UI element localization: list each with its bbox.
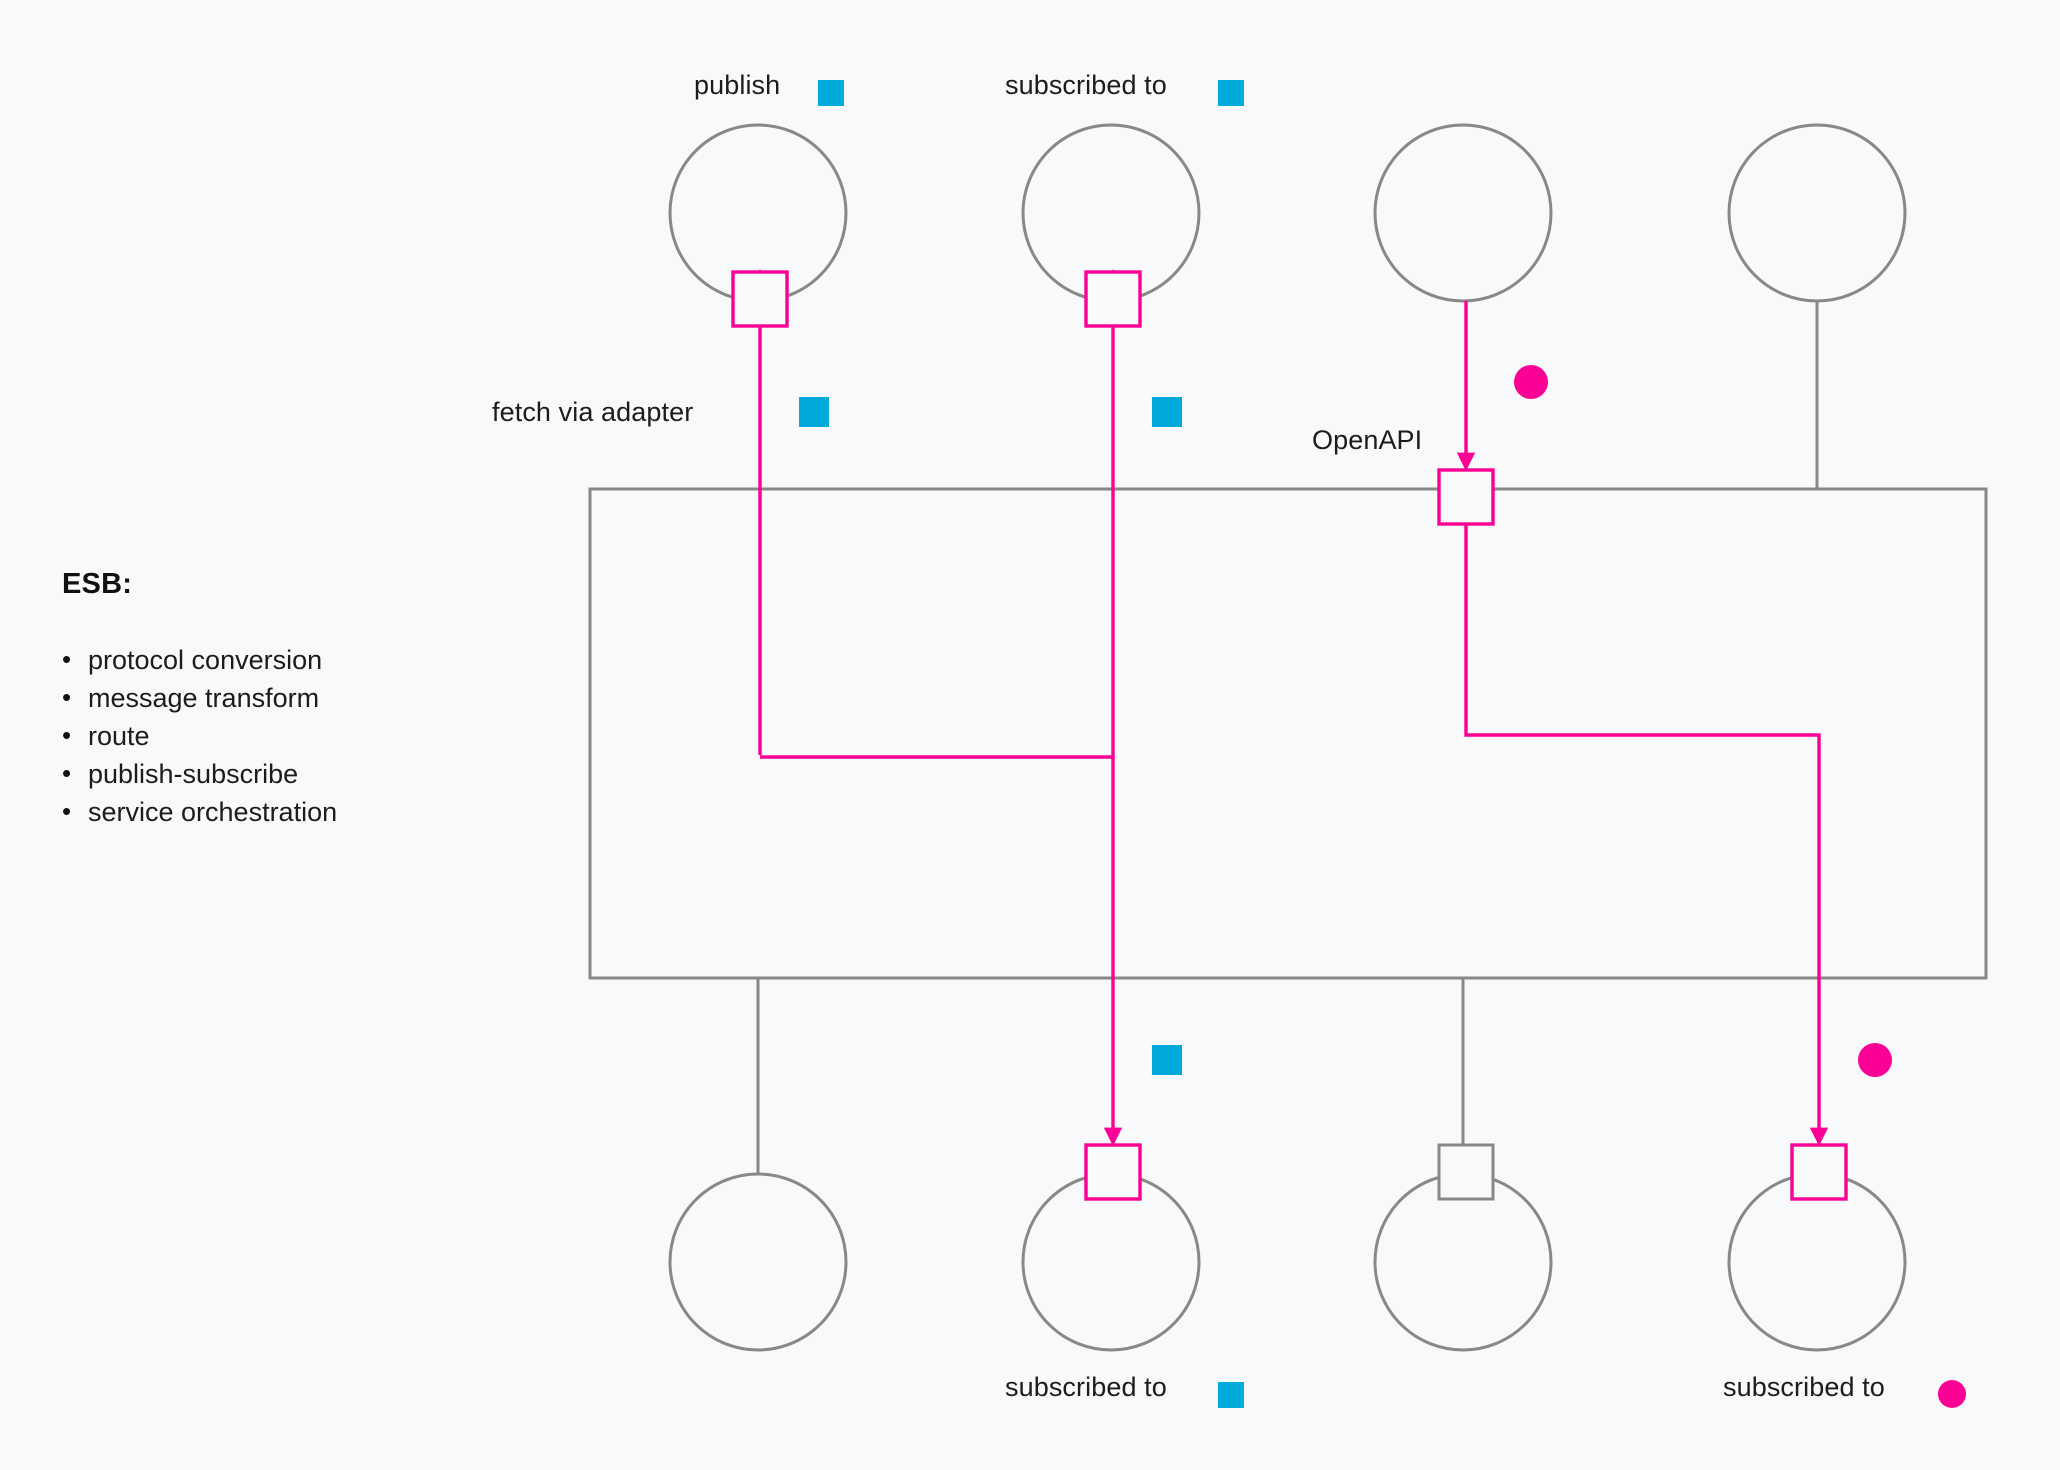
fetch-via-adapter-legend-square xyxy=(799,397,829,427)
list-item: route xyxy=(62,716,492,755)
annotation-subscribed-bottom-magenta-label: subscribed to xyxy=(1723,1372,1885,1402)
flow-esb-to-subscriber xyxy=(760,755,1123,1146)
bottom-node-2-port-square[interactable] xyxy=(1084,1143,1142,1201)
annotation-subscribed-bottom-cyan-label: subscribed to xyxy=(1005,1372,1167,1402)
mid-cyan-marker-square xyxy=(1152,1045,1182,1075)
bottom-node-1-circle[interactable] xyxy=(668,1172,848,1352)
openapi-legend-dot xyxy=(1514,365,1548,399)
openapi-bus-port-square[interactable] xyxy=(1437,468,1495,526)
top-node-3-circle[interactable] xyxy=(1373,123,1553,303)
bottom-node-circles xyxy=(668,1172,1907,1352)
annotation-subscribed-top-label: subscribed to xyxy=(1005,70,1167,100)
top-node-circles xyxy=(668,123,1907,303)
mid-magenta-marker-dot xyxy=(1858,1043,1892,1077)
list-item: protocol conversion xyxy=(62,640,492,679)
bottom-node-3-port-square[interactable] xyxy=(1437,1143,1495,1201)
magenta-flows xyxy=(750,269,1829,1146)
list-item: message transform xyxy=(62,678,492,717)
subscribed-bottom-magenta-legend-dot xyxy=(1938,1380,1966,1408)
subscribed-top-adapter-square xyxy=(1152,397,1182,427)
esb-capability-panel: ESB: protocol conversion message transfo… xyxy=(62,568,492,831)
top-node-2-port-square[interactable] xyxy=(1084,270,1142,328)
gray-connector-lines xyxy=(756,301,1819,1174)
list-item: service orchestration xyxy=(62,792,492,831)
top-node-1-port-square[interactable] xyxy=(731,270,789,328)
flow-openapi-route-to-subscriber xyxy=(1464,524,1829,1146)
top-node-4-circle[interactable] xyxy=(1727,123,1907,303)
annotation-publish-label: publish xyxy=(694,70,781,100)
esb-capability-list: protocol conversion message transform ro… xyxy=(62,640,492,831)
bottom-node-4-port-square[interactable] xyxy=(1790,1143,1848,1201)
diagram-canvas: ESB: protocol conversion message transfo… xyxy=(0,0,2060,1470)
annotation-openapi-label: OpenAPI xyxy=(1312,425,1423,455)
list-item: publish-subscribe xyxy=(62,754,492,793)
publish-legend-square xyxy=(818,80,844,106)
subscribed-top-legend-square xyxy=(1218,80,1244,106)
subscribed-bottom-cyan-legend-square xyxy=(1218,1382,1244,1408)
annotation-fetch-via-adapter-label: fetch via adapter xyxy=(492,397,694,427)
esb-panel-title: ESB: xyxy=(62,568,133,600)
